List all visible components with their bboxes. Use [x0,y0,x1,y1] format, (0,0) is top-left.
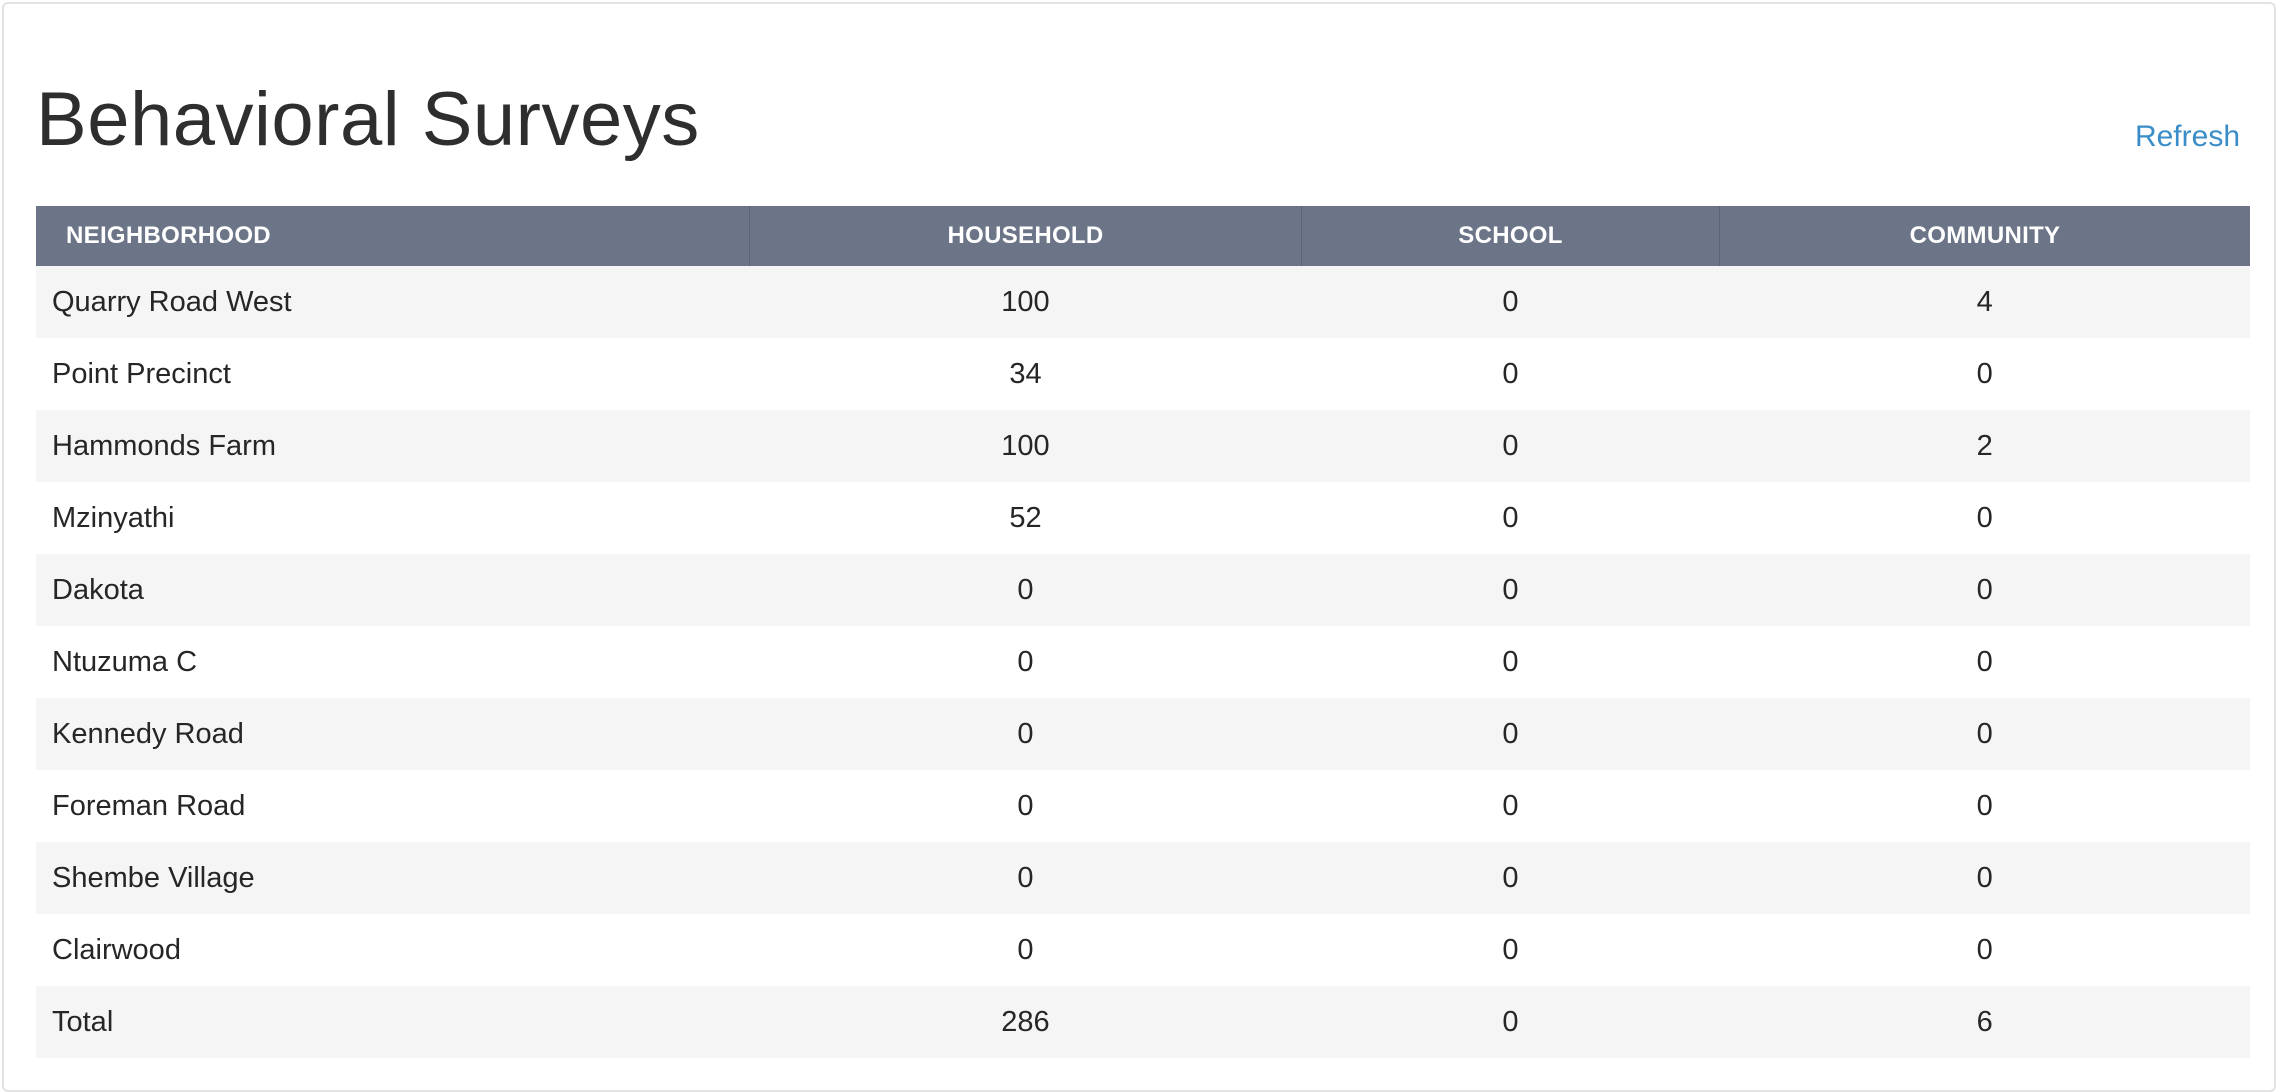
cell-community: 0 [1976,717,1993,750]
cell-community: 0 [1976,933,1993,966]
cell-school: 0 [1502,933,1519,966]
cell-school: 0 [1502,501,1519,534]
cell-household: 100 [1001,285,1050,318]
cell-neighborhood: Clairwood [52,933,181,966]
cell-school: 0 [1502,717,1519,750]
table-row: Kennedy Road 0 0 0 [36,698,2250,770]
cell-neighborhood: Dakota [52,573,144,606]
cell-school: 0 [1502,789,1519,822]
cell-community: 0 [1976,645,1993,678]
table-row: Hammonds Farm 100 0 2 [36,410,2250,482]
table-header-row: NEIGHBORHOOD HOUSEHOLD SCHOOL COMMUNITY [36,206,2250,266]
table-row: Shembe Village 0 0 0 [36,842,2250,914]
cell-school: 0 [1502,357,1519,390]
cell-household: 34 [1009,357,1042,390]
cell-neighborhood: Ntuzuma C [52,645,198,678]
cell-community: 4 [1976,285,1993,318]
table-row: Point Precinct 34 0 0 [36,338,2250,410]
cell-neighborhood: Point Precinct [52,357,231,390]
refresh-link[interactable]: Refresh [2135,120,2240,154]
cell-school: 0 [1502,861,1519,894]
table-body: Quarry Road West 100 0 4 Point Precinct 34 0 0 H… [36,266,2250,1058]
cell-school: 0 [1502,1005,1519,1038]
column-header-household[interactable]: HOUSEHOLD [749,206,1302,266]
cell-school: 0 [1502,285,1519,318]
table-row: Foreman Road 0 0 0 [36,770,2250,842]
cell-neighborhood: Shembe Village [52,861,255,894]
cell-school: 0 [1502,645,1519,678]
page-title: Behavioral Surveys [36,77,700,162]
cell-household: 0 [1017,861,1034,894]
cell-household: 0 [1017,789,1034,822]
cell-community: 6 [1976,1005,1993,1038]
table-row: Mzinyathi 52 0 0 [36,482,2250,554]
cell-neighborhood: Hammonds Farm [52,429,276,462]
cell-neighborhood: Foreman Road [52,789,246,822]
cell-household: 0 [1017,573,1034,606]
cell-community: 0 [1976,501,1993,534]
cell-household: 286 [1001,1005,1050,1038]
surveys-table: NEIGHBORHOOD HOUSEHOLD SCHOOL COMMUNITY … [36,206,2250,1058]
cell-community: 0 [1976,861,1993,894]
cell-household: 100 [1001,429,1050,462]
cell-neighborhood: Kennedy Road [52,717,244,750]
cell-community: 0 [1976,789,1993,822]
table-row: Quarry Road West 100 0 4 [36,266,2250,338]
cell-community: 0 [1976,357,1993,390]
cell-neighborhood: Quarry Road West [52,285,292,318]
cell-neighborhood: Total [52,1005,114,1038]
cell-community: 0 [1976,573,1993,606]
column-header-school[interactable]: SCHOOL [1301,206,1720,266]
table-row: Ntuzuma C 0 0 0 [36,626,2250,698]
column-header-community[interactable]: COMMUNITY [1720,206,2251,266]
surveys-table-container: NEIGHBORHOOD HOUSEHOLD SCHOOL COMMUNITY … [36,206,2250,1058]
table-row: Dakota 0 0 0 [36,554,2250,626]
cell-household: 0 [1017,717,1034,750]
cell-household: 52 [1009,501,1042,534]
table-total-row: Total 286 0 6 [36,986,2250,1058]
cell-school: 0 [1502,429,1519,462]
column-header-neighborhood[interactable]: NEIGHBORHOOD [36,206,750,266]
cell-community: 2 [1976,429,1993,462]
cell-neighborhood: Mzinyathi [52,501,175,534]
table-row: Clairwood 0 0 0 [36,914,2250,986]
cell-school: 0 [1502,573,1519,606]
table-header: NEIGHBORHOOD HOUSEHOLD SCHOOL COMMUNITY [36,206,2250,266]
cell-household: 0 [1017,933,1034,966]
cell-household: 0 [1017,645,1034,678]
surveys-panel: Behavioral Surveys Refresh NEIGHBORHOOD … [2,2,2276,1092]
